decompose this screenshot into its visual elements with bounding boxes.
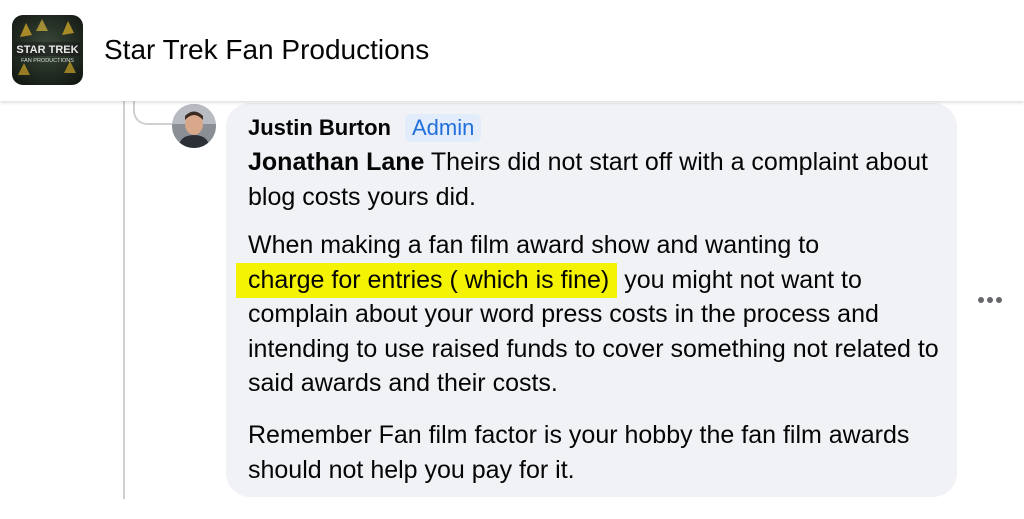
group-logo[interactable]: STAR TREK FAN PRODUCTIONS [12,15,83,85]
mention-link[interactable]: Jonathan Lane [248,148,424,176]
comment-text: When making a fan film award show and wa… [248,231,820,259]
user-avatar-icon [172,104,216,148]
more-options-button[interactable] [972,285,1008,315]
group-title[interactable]: Star Trek Fan Productions [104,32,429,68]
comment-text: Remember Fan film factor is your hobby t… [248,421,910,484]
comment-paragraph-3: Remember Fan film factor is your hobby t… [248,418,948,487]
star-trek-logo-icon: STAR TREK FAN PRODUCTIONS [12,15,83,85]
highlighted-text: charge for entries ( which is fine) [236,262,618,298]
avatar[interactable] [172,104,216,148]
more-horizontal-icon [977,297,1004,303]
svg-text:FAN PRODUCTIONS: FAN PRODUCTIONS [21,58,74,64]
comment-author-line: Justin Burton Admin [248,113,482,143]
comment-paragraph-1: Jonathan Lane Theirs did not start off w… [248,145,948,214]
author-name[interactable]: Justin Burton [248,115,391,141]
group-header: STAR TREK FAN PRODUCTIONS Star Trek Fan … [0,0,1024,101]
admin-badge: Admin [405,114,482,142]
comment-paragraph-2: When making a fan film award show and wa… [236,228,948,401]
reply-connector [133,101,175,125]
svg-text:STAR TREK: STAR TREK [16,44,78,56]
thread-line [123,101,125,499]
